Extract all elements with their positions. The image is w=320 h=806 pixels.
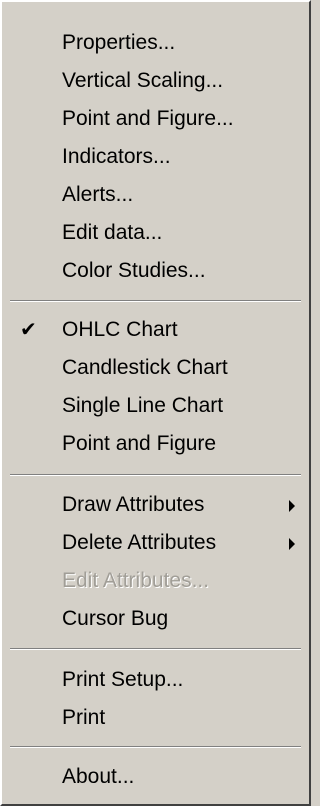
menu-item-point-and-figure-settings-label: Point and Figure...: [62, 107, 234, 130]
menu-item-draw-attributes-label: Draw Attributes: [62, 493, 205, 516]
menu-item-print[interactable]: Print: [2, 699, 309, 737]
menu-item-print-label: Print: [62, 706, 106, 729]
menu-separator: [10, 474, 301, 476]
menu-item-single-line-chart-label: Single Line Chart: [62, 394, 224, 417]
menu-item-alerts[interactable]: Alerts...: [2, 176, 309, 214]
context-menu: Properties... Vertical Scaling... Point …: [0, 0, 311, 806]
menu-item-vertical-scaling[interactable]: Vertical Scaling...: [2, 62, 309, 100]
menu-item-alerts-label: Alerts...: [62, 183, 134, 206]
menu-item-cursor-bug-label: Cursor Bug: [62, 607, 169, 630]
menu-item-candlestick-chart-label: Candlestick Chart: [62, 356, 228, 379]
menu-item-ohlc-chart[interactable]: ✔ OHLC Chart: [2, 311, 309, 349]
menu-item-vertical-scaling-label: Vertical Scaling...: [62, 69, 224, 92]
menu-item-single-line-chart[interactable]: Single Line Chart: [2, 387, 309, 425]
menu-item-candlestick-chart[interactable]: Candlestick Chart: [2, 349, 309, 387]
menu-item-edit-attributes: Edit Attributes...: [2, 562, 309, 600]
menu-separator: [10, 746, 301, 748]
menu-item-edit-data[interactable]: Edit data...: [2, 214, 309, 252]
menu-separator: [10, 300, 301, 302]
menu-item-indicators-label: Indicators...: [62, 145, 171, 168]
menu-item-cursor-bug[interactable]: Cursor Bug: [2, 600, 309, 638]
menu-separator: [10, 648, 301, 650]
menu-item-color-studies[interactable]: Color Studies...: [2, 252, 309, 290]
submenu-arrow-icon: [289, 500, 295, 512]
menu-item-about-label: About...: [62, 765, 135, 788]
menu-item-print-setup-label: Print Setup...: [62, 668, 184, 691]
menu-item-point-and-figure-settings[interactable]: Point and Figure...: [2, 100, 309, 138]
submenu-arrow-icon: [289, 538, 295, 550]
menu-item-print-setup[interactable]: Print Setup...: [2, 661, 309, 699]
menu-item-point-and-figure-label: Point and Figure: [62, 432, 217, 455]
menu-item-point-and-figure[interactable]: Point and Figure: [2, 425, 309, 463]
menu-item-edit-attributes-label: Edit Attributes...: [62, 569, 210, 592]
menu-item-delete-attributes[interactable]: Delete Attributes: [2, 524, 309, 562]
menu-item-color-studies-label: Color Studies...: [62, 259, 206, 282]
menu-item-about[interactable]: About...: [2, 758, 309, 796]
menu-item-indicators[interactable]: Indicators...: [2, 138, 309, 176]
checkmark-icon: ✔: [20, 319, 37, 341]
menu-item-properties-label: Properties...: [62, 31, 176, 54]
menu-item-ohlc-chart-label: OHLC Chart: [62, 318, 178, 341]
menu-item-properties[interactable]: Properties...: [2, 24, 309, 62]
menu-item-delete-attributes-label: Delete Attributes: [62, 531, 217, 554]
menu-item-draw-attributes[interactable]: Draw Attributes: [2, 486, 309, 524]
menu-item-edit-data-label: Edit data...: [62, 221, 163, 244]
